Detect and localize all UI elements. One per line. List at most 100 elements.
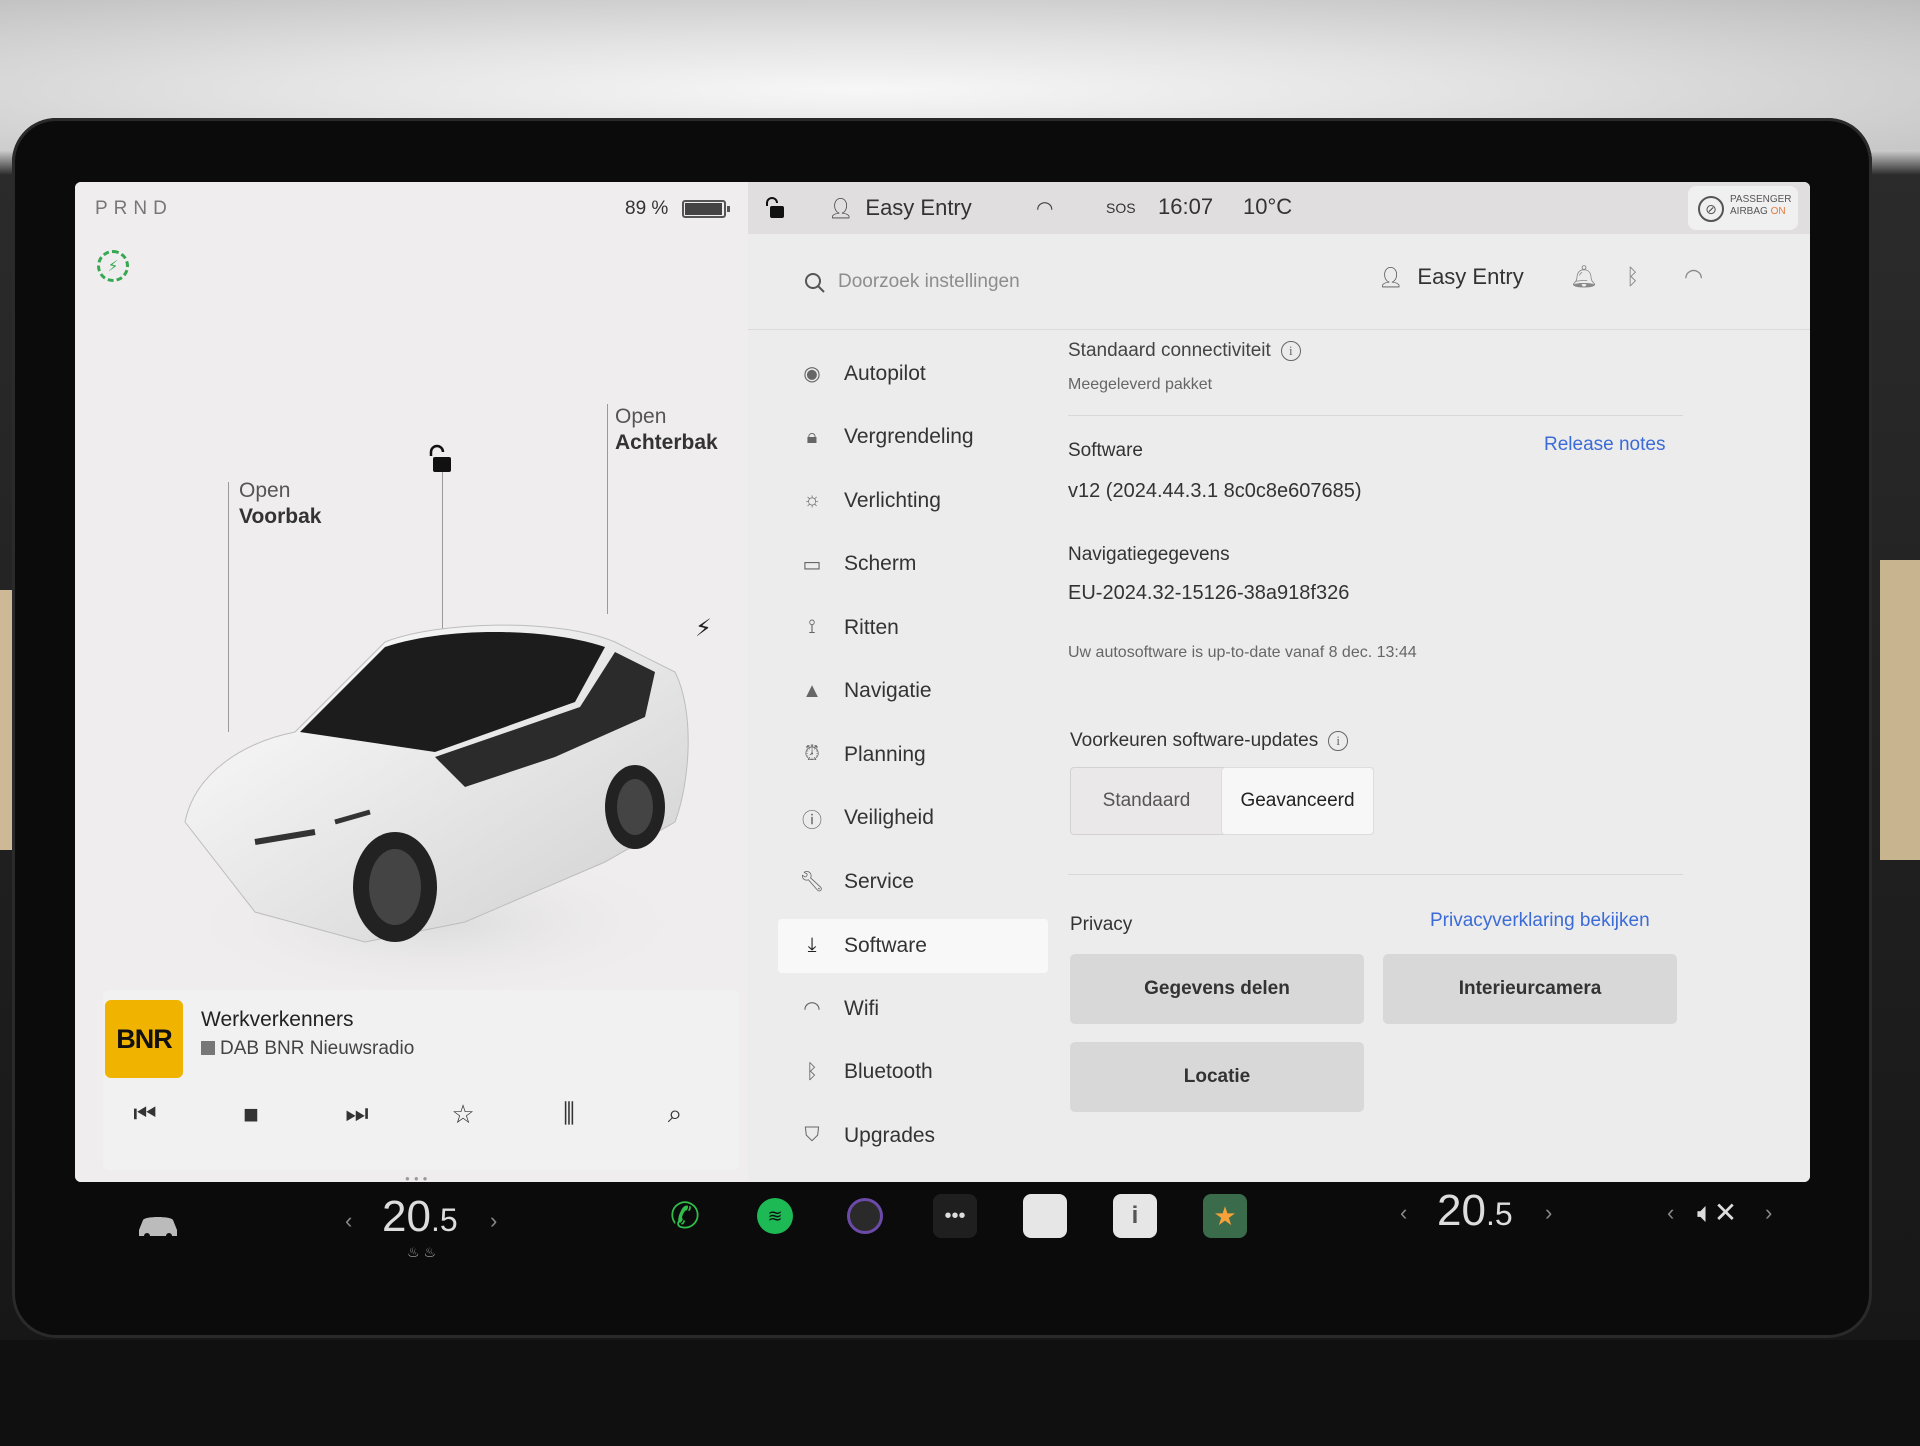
- nav-label: Planning: [844, 742, 926, 766]
- charging-icon[interactable]: ⚡: [97, 250, 129, 282]
- steering-wheel-icon: ◉: [803, 363, 821, 386]
- share-data-button[interactable]: Gegevens delen: [1070, 954, 1364, 1024]
- update-status: Uw autosoftware is up-to-date vanaf 8 de…: [1068, 644, 1417, 661]
- person-icon: 👤︎: [828, 197, 854, 220]
- next-track-icon[interactable]: ⏭: [337, 1094, 377, 1134]
- divider: [1068, 415, 1683, 416]
- wifi-status-icon: ◠: [1036, 198, 1054, 220]
- driver-temperature[interactable]: 20.5: [382, 1192, 458, 1242]
- nav-item-bluetooth[interactable]: ᛒ Bluetooth: [778, 1041, 1048, 1105]
- car-icon[interactable]: [135, 1210, 181, 1240]
- nav-item-ritten[interactable]: ⟟ Ritten: [778, 596, 1048, 660]
- nav-item-verlichting[interactable]: ☼ Verlichting: [778, 469, 1048, 533]
- nav-item-veiligheid[interactable]: ⓘ Veiligheid: [778, 787, 1048, 851]
- navigation-arrow-icon: ▲: [802, 679, 822, 702]
- release-notes-link[interactable]: Release notes: [1544, 434, 1665, 456]
- advanced-option[interactable]: Geavanceerd: [1222, 768, 1373, 834]
- cabin-camera-button[interactable]: Interieurcamera: [1383, 954, 1677, 1024]
- nav-item-navigatie[interactable]: ▲ Navigatie: [778, 660, 1048, 724]
- person-icon: 👤︎: [1378, 266, 1404, 289]
- outside-temperature: 10°C: [1243, 194, 1293, 219]
- stop-icon[interactable]: ■: [231, 1094, 271, 1134]
- battery-icon: [682, 200, 730, 218]
- trunk-label-top: Open: [615, 405, 667, 428]
- media-station: DAB BNR Nieuwsradio: [220, 1038, 415, 1059]
- passenger-temperature[interactable]: 20.5: [1437, 1186, 1513, 1236]
- search-input[interactable]: [838, 264, 1238, 300]
- wifi-icon[interactable]: ◠: [1684, 264, 1703, 290]
- seat-heater-icon[interactable]: ♨ ♨: [407, 1244, 436, 1261]
- previous-track-icon[interactable]: ⏮: [125, 1094, 165, 1134]
- airbag-line-1: PASSENGER: [1730, 194, 1792, 205]
- nav-label: Navigatie: [844, 679, 932, 703]
- media-station-row: DAB BNR Nieuwsradio: [201, 1038, 414, 1060]
- toybox-icon[interactable]: ★: [1203, 1194, 1247, 1238]
- nav-item-wifi[interactable]: ◠ Wifi: [778, 977, 1048, 1041]
- temp-left-increase-icon[interactable]: ›: [490, 1208, 497, 1234]
- nav-item-service[interactable]: 🔧︎ Service: [778, 850, 1048, 914]
- nav-label: Wifi: [844, 996, 879, 1020]
- open-trunk-button[interactable]: Open Achterbak: [615, 404, 718, 456]
- dashboard-wood-right: [1880, 560, 1920, 860]
- favorite-star-icon[interactable]: ☆: [443, 1094, 483, 1134]
- media-search-icon[interactable]: ⌕: [655, 1094, 695, 1134]
- spotify-icon[interactable]: ≋: [753, 1194, 797, 1238]
- schedule-icon: ⏰︎: [804, 743, 820, 766]
- unlock-icon[interactable]: [425, 444, 453, 474]
- car-image: [175, 624, 695, 1002]
- trips-icon: ⟟: [808, 616, 816, 639]
- nav-label: Bluetooth: [844, 1060, 933, 1084]
- profile-name: Easy Entry: [865, 195, 972, 220]
- nav-data-version: EU-2024.32-15126-38a918f326: [1068, 582, 1350, 604]
- settings-header: 👤︎ Easy Entry 🔔︎ ᛒ ◠: [748, 234, 1810, 330]
- nav-label: Vergrendeling: [844, 425, 974, 449]
- update-preference-toggle: Standaard Geavanceerd: [1070, 767, 1374, 835]
- temp-right-increase-icon[interactable]: ›: [1545, 1200, 1552, 1226]
- bluetooth-icon: ᛒ: [806, 1060, 818, 1083]
- nav-item-planning[interactable]: ⏰︎ Planning: [778, 723, 1048, 787]
- lock-icon: 🔒︎: [806, 425, 818, 448]
- camera-icon[interactable]: [843, 1194, 887, 1238]
- airbag-icon: ⊘: [1698, 196, 1724, 222]
- info-icon[interactable]: i: [1280, 341, 1301, 361]
- software-version: v12 (2024.44.3.1 8c0c8e607685): [1068, 480, 1362, 502]
- nav-label: Service: [844, 869, 915, 893]
- media-player: BNR Werkverkenners DAB BNR Nieuwsradio ⏮…: [103, 990, 739, 1170]
- standard-option[interactable]: Standaard: [1071, 768, 1222, 834]
- driver-profile[interactable]: 👤︎ Easy Entry: [828, 195, 972, 221]
- manual-icon[interactable]: i: [1113, 1194, 1157, 1238]
- header-profile-name: Easy Entry: [1417, 264, 1524, 289]
- status-bar: 👤︎ Easy Entry ◠ SOS 16:07 10°C ⊘ PASSENG…: [748, 182, 1810, 234]
- temp-left-decrease-icon[interactable]: ‹: [345, 1208, 352, 1234]
- frunk-label-top: Open: [239, 479, 291, 502]
- mute-icon[interactable]: 🔈︎✕: [1697, 1196, 1737, 1230]
- driver-temp-int: 20: [382, 1192, 431, 1241]
- more-apps-icon[interactable]: •••: [933, 1194, 977, 1238]
- info-icon[interactable]: i: [1328, 731, 1349, 751]
- privacy-statement-link[interactable]: Privacyverklaring bekijken: [1430, 910, 1650, 932]
- airbag-state: ON: [1770, 206, 1786, 217]
- volume-decrease-icon[interactable]: ‹: [1667, 1200, 1674, 1226]
- open-frunk-button[interactable]: Open Voorbak: [239, 478, 321, 530]
- door-lock-icon[interactable]: [764, 196, 786, 220]
- passenger-airbag-status: ⊘ PASSENGER AIRBAG ON: [1688, 186, 1798, 230]
- temp-right-decrease-icon[interactable]: ‹: [1400, 1200, 1407, 1226]
- calendar-icon[interactable]: [1023, 1194, 1067, 1238]
- bell-icon[interactable]: 🔔︎: [1570, 264, 1598, 290]
- location-button[interactable]: Locatie: [1070, 1042, 1364, 1112]
- equalizer-icon[interactable]: ⫼: [549, 1094, 589, 1134]
- nav-item-upgrades[interactable]: ⛉ Upgrades: [778, 1104, 1048, 1168]
- nav-item-software[interactable]: ⤓ Software: [778, 918, 1048, 973]
- header-profile[interactable]: 👤︎ Easy Entry: [1378, 264, 1524, 290]
- phone-icon[interactable]: ✆: [663, 1194, 707, 1238]
- privacy-label: Privacy: [1070, 914, 1133, 935]
- nav-item-vergrendeling[interactable]: 🔒︎ Vergrendeling: [778, 406, 1048, 470]
- nav-item-autopilot[interactable]: ◉ Autopilot: [778, 342, 1048, 406]
- driver-temp-dec: .5: [430, 1202, 458, 1238]
- nav-item-scherm[interactable]: ▭ Scherm: [778, 533, 1048, 597]
- sos-icon[interactable]: SOS: [1106, 200, 1136, 216]
- station-logo: BNR: [105, 1000, 183, 1078]
- volume-increase-icon[interactable]: ›: [1765, 1200, 1772, 1226]
- bluetooth-icon[interactable]: ᛒ: [1626, 264, 1639, 290]
- clock: 16:07: [1158, 194, 1214, 219]
